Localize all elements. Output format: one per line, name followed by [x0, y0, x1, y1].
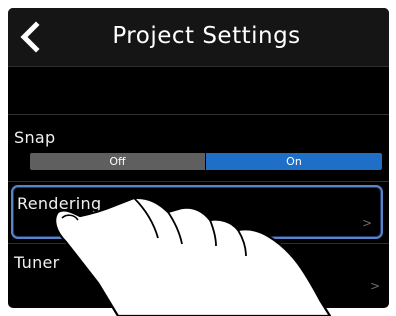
- tuner-row[interactable]: [8, 244, 389, 308]
- rendering-row[interactable]: Rendering >: [11, 185, 383, 239]
- snap-on-option[interactable]: On: [206, 153, 382, 170]
- snap-toggle[interactable]: Off On: [30, 153, 382, 170]
- divider: [8, 66, 389, 67]
- header-bar: Project Settings: [8, 8, 389, 66]
- divider: [8, 114, 389, 115]
- snap-off-option[interactable]: Off: [30, 153, 205, 170]
- rendering-label: Rendering: [17, 194, 102, 213]
- chevron-right-icon: >: [361, 216, 372, 230]
- snap-label: Snap: [14, 128, 56, 147]
- divider: [8, 181, 389, 182]
- page-title: Project Settings: [112, 23, 301, 49]
- device-screen: Project Settings Snap Off On Rendering >…: [8, 8, 389, 308]
